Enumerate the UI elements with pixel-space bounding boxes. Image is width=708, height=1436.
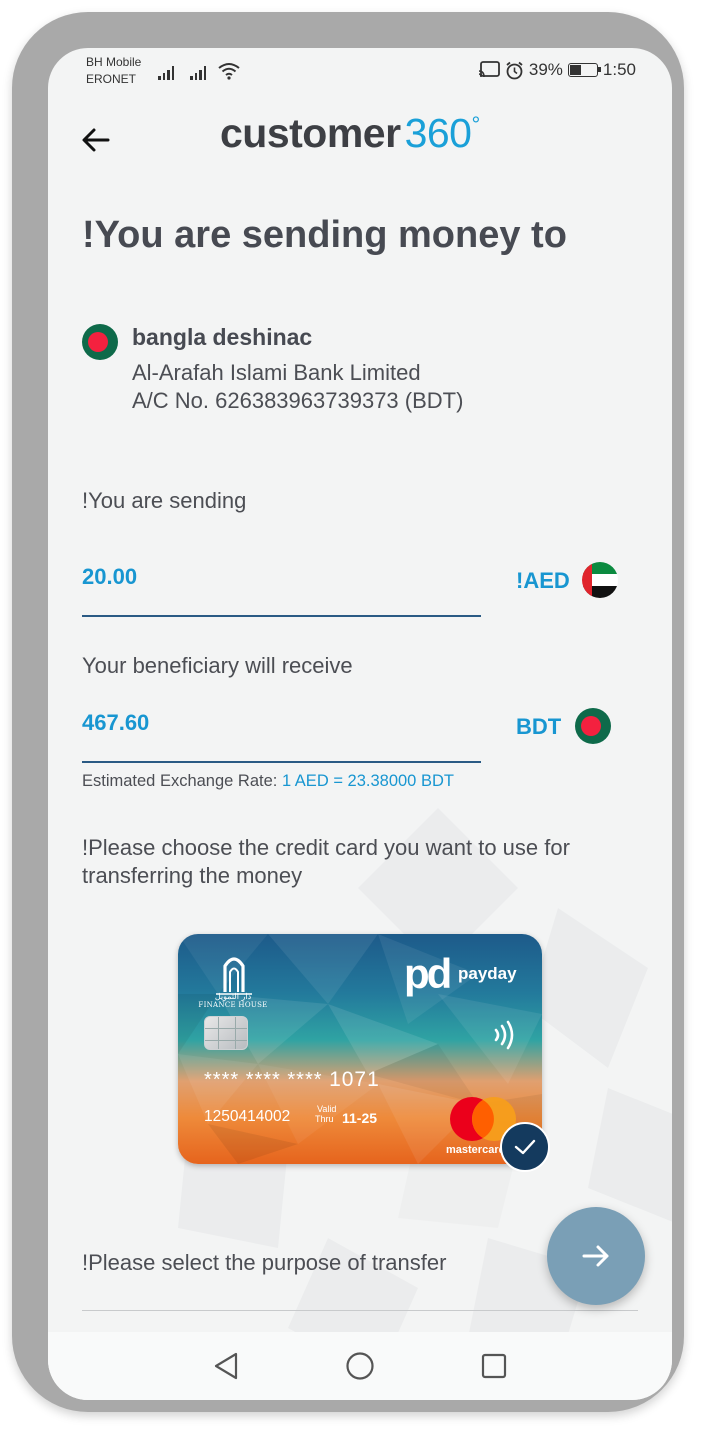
triangle-back-icon	[214, 1352, 238, 1380]
exchange-rate: Estimated Exchange Rate: 1 AED = 23.3800…	[82, 772, 454, 791]
status-indicators: 39% 1:50	[478, 60, 636, 80]
card-selected-check-icon	[500, 1122, 550, 1172]
card-chip-icon	[204, 1016, 248, 1050]
cast-icon	[478, 61, 500, 78]
send-label: !You are sending	[82, 488, 247, 513]
card-issuer-name: دار التمويل FINANCE HOUSE	[198, 992, 268, 1009]
beneficiary-account: A/C No. 626383963739373 (BDT)	[132, 388, 464, 413]
card-number: **** **** **** 1071	[204, 1068, 380, 1092]
logo-degree: °	[471, 112, 480, 137]
app-logo: customer360°	[220, 110, 480, 157]
wifi-icon	[218, 63, 240, 80]
receive-currency-selector[interactable]: BDT	[516, 714, 561, 740]
carrier-line-2: ERONET	[86, 72, 137, 86]
purpose-underline	[82, 1310, 638, 1311]
signal-icon	[190, 64, 206, 80]
send-amount-input[interactable]: 20.00	[82, 564, 137, 590]
phone-frame: BH Mobile ERONET 39% 1:50 customer360° !…	[12, 12, 684, 1412]
card-number-masked: **** **** ****	[204, 1069, 323, 1091]
card-issuer-english: FINANCE HOUSE	[198, 1001, 268, 1009]
contactless-icon	[494, 1020, 514, 1050]
valid-label-line-2: Thru	[315, 1114, 334, 1124]
receive-amount-input[interactable]: 467.60	[82, 710, 149, 736]
exchange-rate-value: 1 AED = 23.38000 BDT	[281, 772, 454, 790]
receive-label: Your beneficiary will receive	[82, 653, 353, 678]
arrow-right-icon	[582, 1245, 609, 1267]
page-title: !You are sending money to	[82, 214, 567, 256]
nav-recents-button[interactable]	[477, 1349, 511, 1383]
app-screen: BH Mobile ERONET 39% 1:50 customer360° !…	[48, 48, 672, 1400]
bangladesh-flag-icon	[82, 324, 118, 360]
card-account-number: 1250414002	[204, 1108, 291, 1125]
circle-home-icon	[346, 1352, 374, 1380]
battery-percent: 39%	[528, 60, 563, 79]
back-arrow-icon[interactable]	[78, 122, 114, 158]
exchange-rate-label: Estimated Exchange Rate:	[82, 772, 278, 790]
card-valid-thru-label: Valid Thru	[315, 1104, 336, 1124]
valid-label-line-1: Valid	[317, 1104, 337, 1114]
battery-icon	[567, 63, 601, 77]
square-recents-icon	[481, 1353, 507, 1379]
payday-name: payday	[458, 964, 517, 983]
card-issuer-arabic: دار التمويل	[214, 992, 252, 1001]
send-amount-underline	[82, 615, 481, 617]
clock-time: 1:50	[602, 60, 636, 79]
purpose-select[interactable]: !Please select the purpose of transfer	[82, 1250, 446, 1276]
beneficiary-name: bangla deshinac	[132, 324, 313, 350]
card-number-last-digits: 1071	[329, 1068, 380, 1091]
carrier-line-1: BH Mobile	[86, 55, 142, 69]
alarm-icon	[506, 61, 523, 79]
bangladesh-flag-icon[interactable]	[575, 708, 611, 744]
logo-number: 360	[404, 110, 472, 156]
signal-icon	[158, 64, 174, 80]
uae-flag-icon[interactable]	[582, 562, 618, 598]
system-nav-bar	[48, 1332, 672, 1400]
next-button[interactable]	[547, 1207, 645, 1305]
send-currency-selector[interactable]: !AED	[516, 568, 570, 594]
payday-logo: pd	[404, 950, 452, 997]
mastercard-wordmark: mastercard	[446, 1144, 506, 1156]
status-bar: BH Mobile ERONET 39% 1:50	[48, 48, 672, 104]
nav-home-button[interactable]	[343, 1349, 377, 1383]
credit-card[interactable]: دار التمويل FINANCE HOUSE pd payday ****…	[178, 934, 542, 1164]
card-expiry: 11-25	[342, 1110, 378, 1126]
card-choice-prompt: !Please choose the credit card you want …	[82, 835, 570, 888]
nav-back-button[interactable]	[209, 1349, 243, 1383]
receive-amount-underline	[82, 761, 481, 763]
carrier-name: BH Mobile ERONET	[86, 54, 141, 88]
beneficiary-bank: Al-Arafah Islami Bank Limited	[132, 360, 421, 385]
logo-word: customer	[220, 110, 401, 156]
